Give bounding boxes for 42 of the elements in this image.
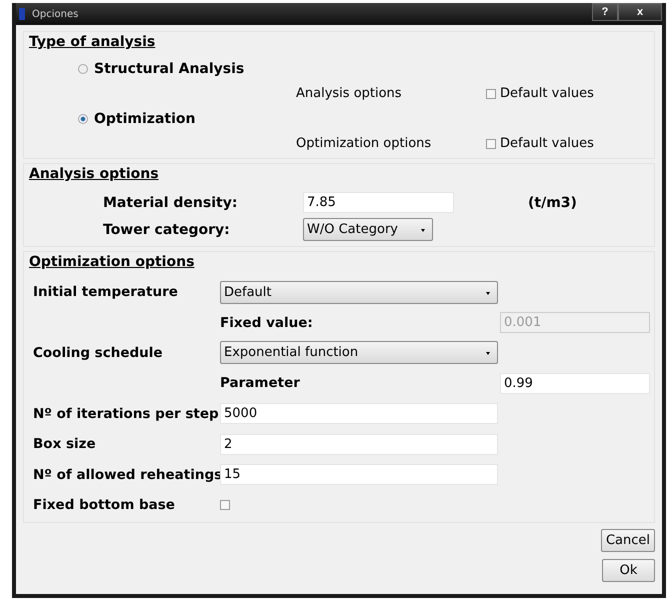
category-dropdown[interactable]: W/O Category — [303, 218, 433, 241]
field-label: Fixed value: — [220, 314, 314, 331]
input-field[interactable]: 5000 — [220, 403, 498, 424]
field-label: Cooling schedule — [32, 344, 164, 361]
input-field[interactable]: 15 — [220, 464, 498, 486]
window-title: Opciones — [32, 8, 78, 20]
field-label: Nº of iterations per step — [32, 406, 220, 422]
dialog-button[interactable]: Ok — [602, 559, 655, 582]
field-label: Material density: — [102, 194, 238, 210]
section-title: Analysis options — [29, 166, 159, 182]
input-field[interactable]: 0.99 — [500, 372, 650, 394]
caret-icon — [421, 229, 425, 232]
dialog-button[interactable]: Cancel — [600, 529, 655, 552]
section-title: Optimization options — [29, 254, 194, 270]
app-icon — [18, 7, 26, 21]
help-button[interactable]: ? — [592, 3, 618, 21]
checkbox[interactable] — [220, 500, 230, 510]
field-label: Nº of allowed reheatings — [32, 466, 220, 483]
field-label: Box size — [32, 436, 97, 452]
options-label: Optimization options — [296, 136, 432, 151]
radio-button[interactable] — [78, 114, 88, 124]
dropdown[interactable]: Exponential function — [220, 341, 498, 364]
section-title: Type of analysis — [29, 34, 156, 50]
field-label: Tower category: — [102, 222, 231, 238]
options-label: Analysis options — [296, 86, 403, 101]
unit-label: (t/m3) — [528, 194, 577, 210]
checkbox-label: Fixed bottom base — [32, 496, 176, 513]
input-field[interactable]: 2 — [220, 434, 498, 455]
close-button[interactable]: x — [618, 3, 662, 21]
radio-label: Structural Analysis — [94, 60, 244, 76]
checkbox-label: Default values — [500, 136, 594, 151]
field-label: Initial temperature — [32, 284, 179, 300]
radio-button[interactable] — [78, 64, 88, 74]
checkbox[interactable] — [486, 138, 496, 148]
caret-icon — [486, 352, 490, 356]
field-label: Parameter — [220, 375, 301, 392]
caret-icon — [486, 292, 490, 295]
checkbox[interactable] — [486, 88, 496, 98]
dropdown[interactable]: Default — [220, 280, 498, 304]
density-field[interactable]: 7.85 — [303, 192, 454, 213]
checkbox-label: Default values — [500, 86, 594, 101]
radio-label: Optimization — [94, 110, 196, 126]
